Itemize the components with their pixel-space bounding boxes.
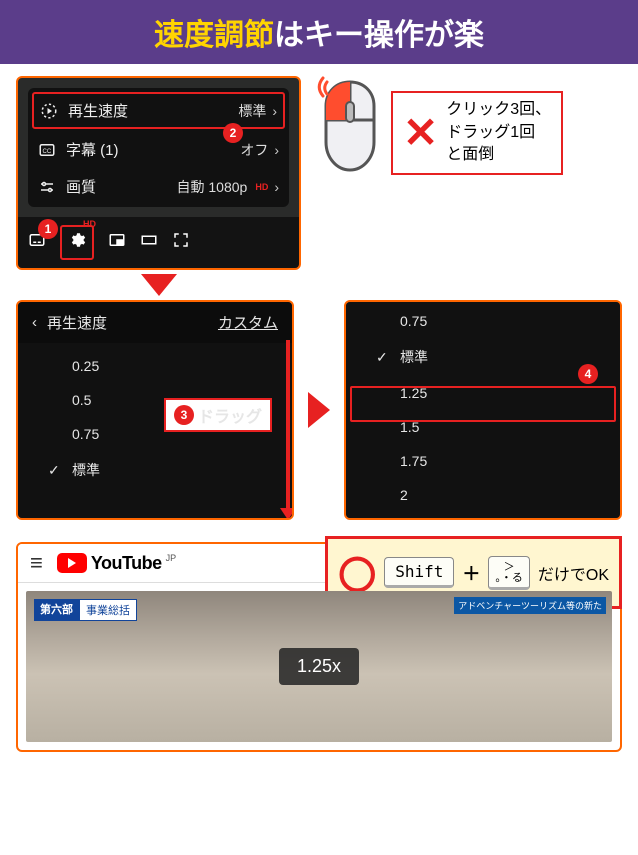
shortcut-text: だけでOK: [538, 561, 609, 585]
highlight-box: [350, 386, 616, 422]
menu-item-value: オフ: [240, 140, 268, 160]
speed-value: 0.75: [72, 426, 99, 442]
settings-button[interactable]: HD: [60, 225, 94, 260]
subtitles-button[interactable]: 1: [28, 231, 46, 254]
click-count-callout: ✕ クリック3回、 ドラッグ1回 と面倒: [391, 91, 563, 174]
step-badge-4: 4: [578, 364, 598, 384]
check-icon: ✓: [48, 462, 62, 479]
theater-button[interactable]: [140, 231, 158, 254]
key-bottom: 。・る: [495, 572, 523, 583]
chapter-prefix: 第六部: [34, 599, 79, 621]
speed-option[interactable]: 1.75: [346, 444, 620, 478]
miniplayer-button[interactable]: [108, 231, 126, 254]
chevron-right-icon: ›: [272, 103, 277, 119]
plus-text: ＋: [462, 560, 480, 586]
chevron-right-icon: ›: [274, 179, 279, 195]
title-banner: 速度調節はキー操作が楽: [0, 0, 638, 64]
menu-item-label: 再生速度: [68, 100, 128, 121]
chevron-left-icon: ‹: [32, 314, 37, 331]
menu-item-value: 標準: [238, 101, 266, 121]
callout-text: クリック3回、 ドラッグ1回 と面倒: [446, 99, 551, 166]
speed-option[interactable]: 0.25: [18, 349, 292, 383]
chapter-title: 事業総括: [79, 599, 137, 621]
check-icon: ✓: [376, 349, 390, 366]
menu-item-label: 画質: [66, 176, 96, 197]
drag-label: 3 ドラッグ: [164, 398, 272, 432]
player-controls: 1 HD: [18, 217, 299, 268]
x-icon: ✕: [403, 112, 438, 154]
mouse-illustration: [315, 76, 385, 176]
scroll-drag-arrow: [286, 340, 290, 510]
menu-icon[interactable]: ≡: [30, 550, 43, 576]
speed-indicator: 1.25x: [279, 648, 359, 685]
speed-value: 標準: [72, 460, 100, 480]
title-rest: はキー操作が楽: [274, 19, 484, 52]
speed-title: 再生速度: [47, 312, 107, 333]
cc-icon: CC: [38, 141, 56, 159]
youtube-play-icon: [57, 553, 87, 573]
speed-menu-after: 0.75 ✓標準 1.25 1.5 1.75 2 4: [344, 300, 622, 520]
video-player[interactable]: 第六部 事業総括 アドベンチャーツーリズム等の新た 1.25x: [26, 591, 612, 742]
gear-icon: [68, 231, 86, 249]
back-button[interactable]: ‹ 再生速度: [32, 312, 107, 333]
arrow-down-icon: [141, 274, 177, 296]
youtube-logo[interactable]: YouTube JP: [57, 553, 176, 574]
hd-badge: HD: [255, 182, 268, 192]
menu-item-subtitles[interactable]: 2 CC 字幕 (1) オフ ›: [28, 131, 289, 168]
speed-value: 標準: [400, 347, 428, 367]
settings-popover: 再生速度 標準 › 2 CC 字幕 (1) オフ ›: [16, 76, 301, 270]
menu-item-speed[interactable]: 再生速度 標準 ›: [32, 92, 285, 129]
speed-value: 2: [400, 487, 408, 503]
speed-option[interactable]: 2: [346, 478, 620, 512]
title-highlight: 速度調節: [154, 19, 274, 52]
youtube-word: YouTube: [89, 553, 162, 574]
menu-item-quality[interactable]: 画質 自動 1080p HD ›: [28, 168, 289, 205]
speed-value: 0.5: [72, 392, 91, 408]
step-badge-1: 1: [38, 219, 58, 239]
fullscreen-button[interactable]: [172, 231, 190, 254]
chapter-badge: 第六部 事業総括: [34, 599, 137, 621]
step-badge-3: 3: [174, 405, 194, 425]
chevron-right-icon: ›: [274, 142, 279, 158]
speed-option[interactable]: 0.75: [346, 304, 620, 338]
shift-key: Shift: [384, 557, 454, 588]
step-badge-2: 2: [223, 123, 243, 143]
speed-value: 1.75: [400, 453, 427, 469]
youtube-region: JP: [164, 553, 177, 563]
settings-menu: 再生速度 標準 › 2 CC 字幕 (1) オフ ›: [28, 88, 289, 207]
arrow-right-icon: [308, 392, 330, 428]
drag-text: ドラッグ: [198, 403, 262, 427]
speed-value: 0.25: [72, 358, 99, 374]
custom-speed-link[interactable]: カスタム: [218, 312, 278, 333]
speed-menu-before: ‹ 再生速度 カスタム 0.25 0.5 0.75 ✓ 標準 3 ドラッグ: [16, 300, 294, 520]
speed-value: 0.75: [400, 313, 427, 329]
sliders-icon: [38, 178, 56, 196]
overlay-ribbon: アドベンチャーツーリズム等の新た: [454, 597, 606, 614]
svg-text:CC: CC: [43, 149, 52, 155]
speed-option[interactable]: ✓ 標準: [18, 451, 292, 489]
menu-item-value: 自動 1080p: [177, 177, 248, 197]
key-top: ＞: [504, 561, 515, 572]
menu-item-label: 字幕 (1): [66, 139, 119, 160]
hd-badge: HD: [83, 219, 96, 229]
period-key: ＞ 。・る: [488, 556, 530, 590]
play-circle-icon: [40, 102, 58, 120]
